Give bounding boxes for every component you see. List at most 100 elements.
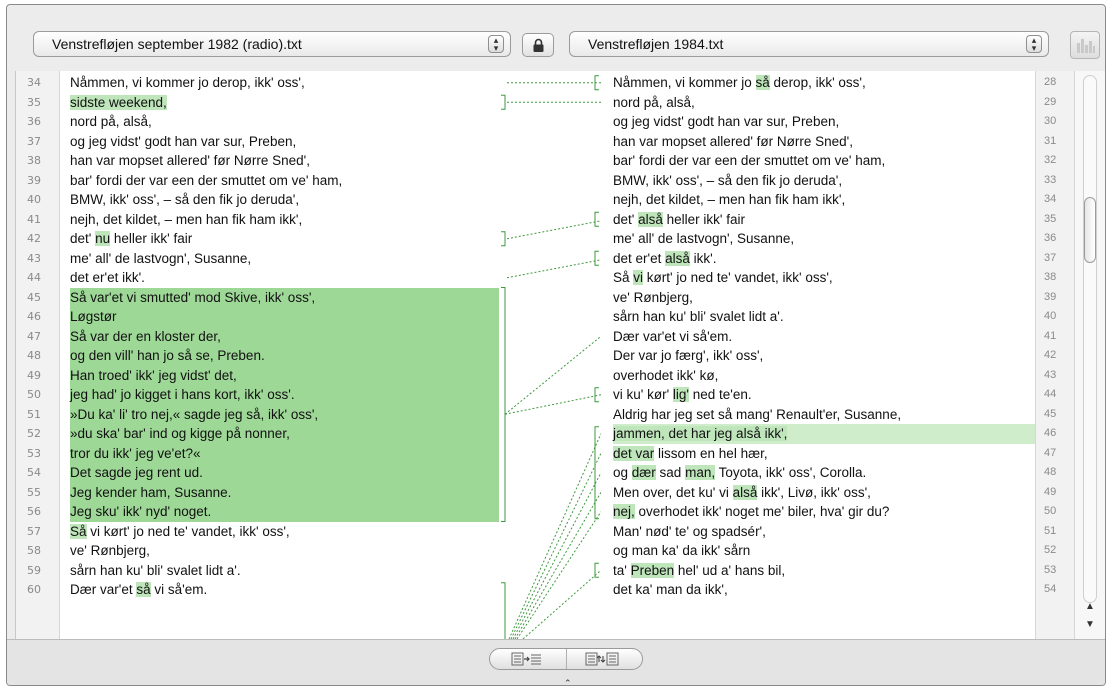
text-line[interactable]: Så vi kørt' jo ned te' vandet, ikk' oss'…: [70, 522, 499, 542]
chevron-updown-icon[interactable]: ▴ ▾: [488, 35, 504, 53]
line-text: Han troed' ikk' jeg vidst' det,: [70, 367, 237, 383]
text-line[interactable]: ta' Preben hel' ud a' hans bil,: [613, 561, 1035, 581]
changed-word: nej,: [613, 504, 635, 519]
line-text: ve' Rønbjerg,: [613, 289, 693, 305]
text-line[interactable]: sårn han ku' bli' svalet lidt a'.: [613, 307, 1035, 327]
line-number: 33: [1044, 173, 1057, 186]
right-text-pane[interactable]: Nåmmen, vi kommer jo så derop, ikk' oss'…: [601, 71, 1035, 639]
line-number: 34: [1044, 193, 1057, 205]
text-line[interactable]: Så var der en kloster der,: [70, 327, 499, 347]
line-text: ikk'.: [689, 250, 717, 266]
line-text: bar' fordi der var een der smuttet om ve…: [70, 172, 343, 188]
text-line[interactable]: det var lissom en hel hær,: [613, 444, 1035, 464]
text-line[interactable]: det ka' man da ikk',: [613, 580, 1035, 600]
line-text: lissom en hel hær,: [654, 445, 768, 461]
line-number: 42: [1044, 349, 1057, 361]
text-line[interactable]: Så var'et vi smutted' mod Skive, ikk' os…: [70, 288, 499, 308]
text-line[interactable]: »Du ka' li' tro nej,« sagde jeg så, ikk'…: [70, 405, 499, 425]
line-number: 44: [27, 271, 41, 284]
text-line[interactable]: sårn han ku' bli' svalet lidt a'.: [70, 561, 499, 581]
text-line[interactable]: det' alså heller ikk' fair: [613, 210, 1035, 230]
text-line[interactable]: og jeg vidst' godt han var sur, Preben,: [70, 132, 499, 152]
text-line[interactable]: han var mopset allered' før Nørre Sned',: [70, 151, 499, 171]
text-line[interactable]: Aldrig har jeg set så mang' Renault'er, …: [613, 405, 1035, 425]
text-line[interactable]: Der var jo færg', ikk' oss',: [613, 346, 1035, 366]
changed-word: alså: [665, 250, 690, 266]
text-line[interactable]: Jeg sku' ikk' nyd' noget.: [70, 502, 499, 522]
line-text: heller ikk' fair: [662, 211, 745, 227]
text-line[interactable]: tror du ikk' jeg ve'et?«: [70, 444, 499, 464]
changed-word: alså: [638, 211, 663, 227]
chevron-updown-icon[interactable]: ▴ ▾: [1026, 35, 1042, 53]
text-line[interactable]: me' all' de lastvogn', Susanne,: [70, 249, 499, 269]
text-line[interactable]: bar' fordi der var een der smuttet om ve…: [70, 171, 499, 191]
left-file-select[interactable]: Venstrefløjen september 1982 (radio).txt…: [33, 31, 511, 57]
lock-button[interactable]: [522, 33, 554, 57]
text-line[interactable]: Så vi kørt' jo ned te' vandet, ikk' oss'…: [613, 268, 1035, 288]
line-text: Dær var'et: [70, 582, 137, 597]
text-line[interactable]: sidste weekend,: [70, 93, 499, 113]
scroll-down-icon[interactable]: ▼: [1085, 619, 1095, 630]
line-number: 47: [1044, 446, 1057, 459]
text-line[interactable]: nord på, alså,: [613, 93, 1035, 113]
caret-up-icon[interactable]: ⌃: [564, 678, 572, 685]
line-number: 53: [27, 446, 41, 460]
text-line[interactable]: Dær var'et så vi så'em.: [70, 580, 499, 600]
text-line[interactable]: og jeg vidst' godt han var sur, Preben,: [613, 112, 1035, 132]
merge-left-icon[interactable]: [508, 652, 548, 666]
text-line[interactable]: bar' fordi der var een der smuttet om ve…: [613, 151, 1035, 171]
right-file-select[interactable]: Venstrefløjen 1984.txt ▴ ▾: [569, 31, 1049, 57]
scroll-track[interactable]: [1083, 75, 1097, 603]
changed-word: dær: [631, 465, 656, 480]
line-number: 49: [27, 368, 41, 382]
text-line[interactable]: nord på, alså,: [70, 112, 499, 132]
text-line[interactable]: Dær var'et vi så'em.: [613, 327, 1035, 347]
text-line[interactable]: det er'et alså ikk'.: [613, 249, 1035, 269]
text-line[interactable]: BMW, ikk' oss', – så den fik jo deruda',: [70, 190, 499, 210]
vertical-scrollbar[interactable]: ▲ ▼: [1075, 71, 1105, 639]
line-number: 43: [27, 251, 41, 265]
sync-icon[interactable]: [582, 652, 622, 666]
text-line[interactable]: Nåmmen, vi kommer jo så derop, ikk' oss'…: [613, 73, 1035, 93]
text-line[interactable]: det' nu heller ikk' fair: [70, 229, 499, 249]
text-line[interactable]: Nåmmen, vi kommer jo derop, ikk' oss',: [70, 73, 499, 93]
text-line[interactable]: »du ska' bar' ind og kigge på nonner,: [70, 424, 499, 444]
text-line[interactable]: Jeg kender ham, Susanne.: [70, 483, 499, 503]
segment-divider: [566, 649, 567, 669]
line-number: 32: [1044, 154, 1057, 166]
text-line[interactable]: overhodet ikk' kø,: [613, 366, 1035, 386]
text-line[interactable]: vi ku' kør' lig' ned te'en.: [613, 385, 1035, 405]
text-line[interactable]: jeg had' jo kigget i hans kort, ikk' oss…: [70, 385, 499, 405]
line-text: ikk', Livø, ikk' oss',: [757, 484, 871, 500]
left-file-name: Venstrefløjen september 1982 (radio).txt: [52, 36, 302, 52]
text-line[interactable]: og man ka' da ikk' sårn: [613, 541, 1035, 561]
line-text: BMW, ikk' oss', – så den fik jo deruda',: [613, 172, 843, 188]
text-line[interactable]: Han troed' ikk' jeg vidst' det,: [70, 366, 499, 386]
scroll-thumb[interactable]: [1084, 197, 1096, 263]
text-line[interactable]: Det sagde jeg rent ud.: [70, 463, 499, 483]
text-line[interactable]: Man' nød' te' og spadsér',: [613, 522, 1035, 542]
text-line[interactable]: nejh, det kildet, – men han fik ham ikk'…: [70, 210, 499, 230]
text-line[interactable]: jammen, det har jeg alså ikk',: [613, 424, 1035, 444]
text-line[interactable]: me' all' de lastvogn', Susanne,: [613, 229, 1035, 249]
text-line[interactable]: og den vill' han jo så se, Preben.: [70, 346, 499, 366]
line-text: overhodet ikk' noget me' biler, hva' gir…: [634, 504, 890, 519]
line-text: og jeg vidst' godt han var sur, Preben,: [613, 114, 840, 129]
text-line[interactable]: og dær sad man, Toyota, ikk' oss', Corol…: [613, 463, 1035, 483]
scroll-up-icon[interactable]: ▲: [1085, 601, 1095, 612]
text-line[interactable]: Men over, det ku' vi alså ikk', Livø, ik…: [613, 483, 1035, 503]
text-line[interactable]: ve' Rønbjerg,: [70, 541, 499, 561]
left-text-pane[interactable]: 34 35 36 37 38 39 40 41 42 43 44 45 46 47 48 49 50 51 52 53…: [15, 71, 499, 639]
compare-view-button[interactable]: [1070, 31, 1100, 59]
line-number: 53: [1044, 563, 1057, 576]
text-line[interactable]: BMW, ikk' oss', – så den fik jo deruda',: [613, 171, 1035, 191]
text-line[interactable]: nej, overhodet ikk' noget me' biler, hva…: [613, 502, 1035, 522]
line-number: 46: [1044, 427, 1057, 439]
text-line[interactable]: ve' Rønbjerg,: [613, 288, 1035, 308]
text-line[interactable]: han var mopset allered' før Nørre Sned',: [613, 132, 1035, 152]
text-line[interactable]: nejh, det kildet, – men han fik ham ikk'…: [613, 190, 1035, 210]
merge-segmented-control[interactable]: [489, 648, 643, 670]
text-line[interactable]: Løgstør: [70, 307, 499, 327]
line-text: nord på, alså,: [70, 114, 152, 129]
text-line[interactable]: det er'et ikk'.: [70, 268, 499, 288]
